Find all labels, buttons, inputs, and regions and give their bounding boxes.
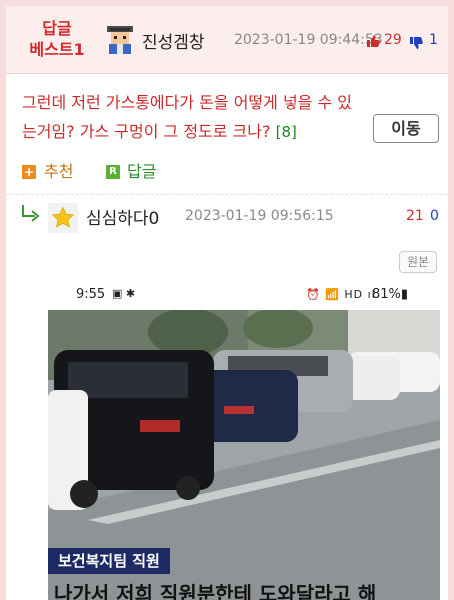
phone-signal-icons: ⏰ 📶 HD ıl xyxy=(306,288,376,301)
user-avatar-icon[interactable] xyxy=(107,26,133,54)
recommend-plus-icon[interactable]: + xyxy=(22,165,36,179)
reply-upvote-count[interactable]: 21 xyxy=(406,208,424,224)
reply-r-icon[interactable]: R xyxy=(106,165,120,179)
reply-downvote-count[interactable]: 0 xyxy=(430,208,439,224)
recommend-button[interactable]: 추천 xyxy=(44,158,73,182)
best-badge-line1: 답글 xyxy=(42,19,72,38)
phone-status-bar: 9:55 ▣ ✱ ⏰ 📶 HD ıl 81%▮ xyxy=(48,282,440,310)
comment-divider xyxy=(6,194,448,195)
phone-notification-icons: ▣ ✱ xyxy=(112,287,136,300)
comment-body-line2: 는거임? 가스 구멍이 그 정도로 크나? xyxy=(22,122,271,141)
best-reply-badge: 답글 베스트1 xyxy=(22,18,92,60)
phone-time: 9:55 xyxy=(76,287,106,302)
comment-author[interactable]: 진성겜창 xyxy=(142,28,205,53)
reply-count-link[interactable]: [8] xyxy=(276,123,297,141)
reply-author[interactable]: 심심하다0 xyxy=(86,204,159,229)
thumbs-down-icon[interactable] xyxy=(409,36,423,50)
attached-image[interactable]: 9:55 ▣ ✱ ⏰ 📶 HD ıl 81%▮ 보건복지팀 직원 나가서 저희 … xyxy=(48,282,440,600)
move-button[interactable]: 이동 xyxy=(373,114,439,143)
downvote-count: 1 xyxy=(429,32,438,48)
news-caption-tag: 보건복지팀 직원 xyxy=(48,548,170,574)
phone-battery-indicator: 81%▮ xyxy=(372,287,409,302)
reply-date: 2023-01-19 09:56:15 xyxy=(185,208,334,224)
best-comment-header: 답글 베스트1 진성겜창 2023-01-19 09:44:53 29 1 xyxy=(6,6,448,74)
original-image-button[interactable]: 원본 xyxy=(399,251,437,273)
comment-date: 2023-01-19 09:44:53 xyxy=(234,32,383,48)
star-icon xyxy=(51,206,75,228)
reply-author-avatar[interactable] xyxy=(48,203,78,233)
comment-body-line2-wrap: 는거임? 가스 구멍이 그 정도로 크나? [8] xyxy=(22,117,432,147)
best-badge-line2: 베스트1 xyxy=(29,40,85,59)
comment-body-line1: 그런데 저런 가스통에다가 돈을 어떻게 넣을 수 있 xyxy=(22,93,353,112)
reply-arrow-icon xyxy=(22,205,40,222)
news-caption-text: 나가서 저희 직원분한테 도와달라고 해 xyxy=(54,582,377,600)
upvote-count: 29 xyxy=(384,32,402,48)
reply-button[interactable]: 답글 xyxy=(127,158,156,182)
thumbs-up-icon[interactable] xyxy=(366,34,380,48)
comment-body: 그런데 저런 가스통에다가 돈을 어떻게 넣을 수 있 는거임? 가스 구멍이 … xyxy=(22,88,432,147)
